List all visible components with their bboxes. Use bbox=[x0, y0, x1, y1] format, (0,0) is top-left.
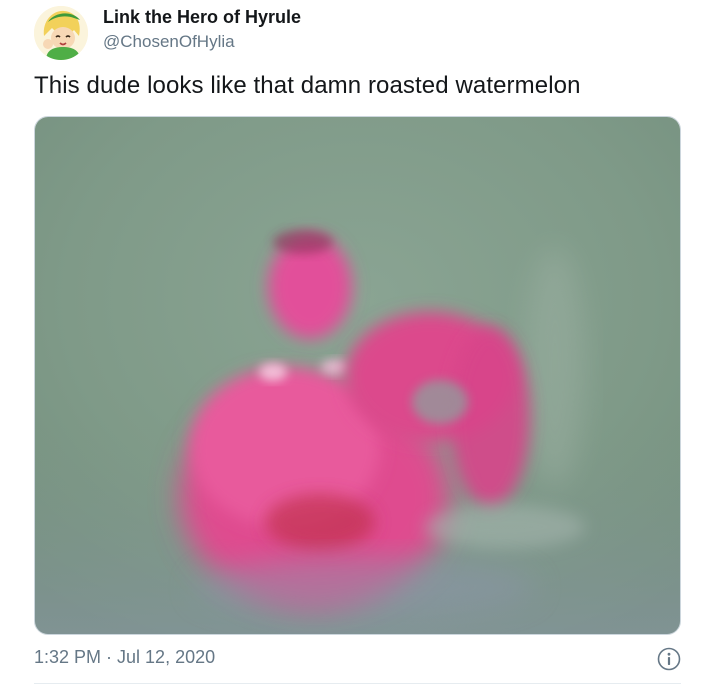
info-icon[interactable] bbox=[657, 647, 681, 671]
tweet-timestamp[interactable]: 1:32 PM · Jul 12, 2020 bbox=[34, 647, 215, 668]
cartoon-avatar-icon bbox=[34, 6, 88, 60]
divider bbox=[34, 683, 681, 684]
blurred-photo bbox=[35, 117, 680, 634]
tweet-media-image[interactable] bbox=[34, 116, 681, 635]
tweet-card: Link the Hero of Hyrule @ChosenOfHylia T… bbox=[0, 0, 704, 686]
avatar[interactable] bbox=[34, 6, 88, 60]
user-handle[interactable]: @ChosenOfHylia bbox=[103, 32, 235, 52]
display-name[interactable]: Link the Hero of Hyrule bbox=[103, 7, 301, 28]
tweet-text: This dude looks like that damn roasted w… bbox=[34, 72, 581, 99]
